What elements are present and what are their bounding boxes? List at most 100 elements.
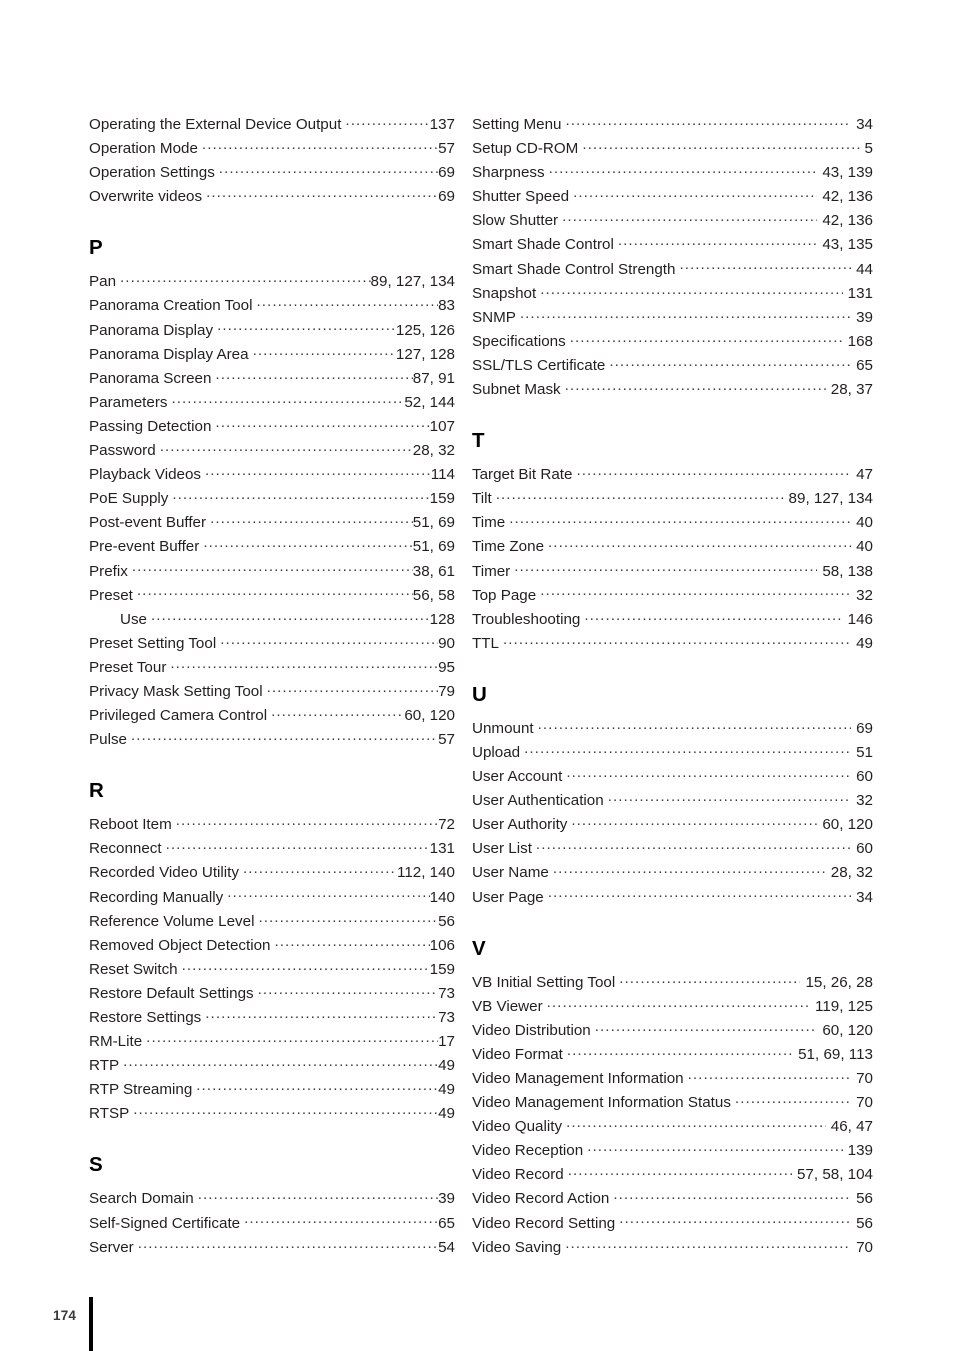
index-entry-leader-dots [258,983,438,998]
index-entry: Video Record Setting 56 [472,1212,873,1236]
index-entry-page-numbers: 56 [856,1214,873,1232]
footer-rule-bar [89,1297,93,1351]
index-entry-page-numbers: 49 [438,1081,455,1099]
index-entry-term: SSL/TLS Certificate [472,356,606,374]
index-entry-page-numbers: 159 [429,490,455,508]
index-entry-page-numbers: 57 [438,731,455,749]
index-entry-page-numbers: 65 [438,1214,455,1232]
index-entry: Preset 56, 58 [89,584,455,608]
index-entry-term: Password [89,442,156,460]
index-entry-term: Recorded Video Utility [89,864,239,882]
index-entry-term: Time Zone [472,538,545,556]
index-entry: Slow Shutter 42, 136 [472,209,873,233]
index-entry: Time Zone 40 [472,535,873,559]
index-entry-page-numbers: 137 [429,116,455,133]
index-entry-leader-dots [565,379,826,394]
index-entry-page-numbers: 56 [856,1190,873,1208]
index-entry-leader-dots [566,114,852,129]
index-entry-term: RTSP [89,1105,130,1123]
index-entry-leader-dots [205,1007,438,1022]
index-entry-term: Post-event Buffer [89,514,207,532]
index-entry: Parameters 52, 144 [89,391,455,415]
index-entry: Setting Menu 34 [472,113,873,137]
index-entry-page-numbers: 73 [438,984,455,1002]
index-entry-leader-dots [548,886,851,901]
index-entry-page-numbers: 114 [430,466,455,484]
section-letter-heading: V [472,936,486,960]
index-entry-term: Upload [472,743,521,761]
index-entry-term: VB Initial Setting Tool [472,973,616,991]
index-entry-leader-dots [275,935,430,950]
index-entry-page-numbers: 39 [856,308,873,326]
index-entry: Panorama Display Area 127, 128 [89,343,455,367]
index-entry-leader-dots [566,1116,826,1131]
index-entry-term: Operating the External Device Output [89,116,342,133]
index-entry-leader-dots [619,1212,851,1227]
index-entry: SNMP 39 [472,306,873,330]
index-entry-leader-dots [509,512,851,527]
index-entry-term: Panorama Display Area [89,345,249,363]
index-entry-leader-dots [570,331,843,346]
index-entry-leader-dots [540,282,842,297]
index-entry-term: Restore Settings [89,1009,202,1026]
index-entry-leader-dots [538,718,851,733]
index-entry-page-numbers: 15, 26, 28 [805,973,873,991]
index-entry-page-numbers: 119, 125 [815,997,873,1015]
index-entry-page-numbers: 51 [856,743,873,761]
index-entry: Recording Manually 140 [89,886,455,910]
index-entry-term: Overwrite videos [89,188,203,206]
index-entry: Privacy Mask Setting Tool 79 [89,680,455,704]
index-entry-page-numbers: 39 [438,1190,455,1208]
index-entry-term: User Name [472,864,549,882]
page-number: 174 [53,1308,77,1323]
index-entry-leader-dots [536,838,851,853]
index-entry-page-numbers: 70 [856,1094,873,1112]
index-entry: Restore Default Settings 73 [89,982,455,1006]
index-entry-page-numbers: 44 [856,260,873,278]
index-entry-page-numbers: 46, 47 [830,1118,873,1136]
index-entry-page-numbers: 58, 138 [822,562,873,580]
index-entry-leader-dots [576,464,851,479]
index-entry-page-numbers: 89, 127, 134 [370,273,455,291]
index-entry: Smart Shade Control 43, 135 [472,233,873,257]
index-entry-page-numbers: 60, 120 [822,1021,873,1039]
index-entry-term: Smart Shade Control [472,236,614,254]
index-section: R Reboot Item 72 Reconnect 131 Recorded Video… [89,780,455,1126]
index-entry: Video Reception 139 [472,1139,873,1163]
index-entry-page-numbers: 127, 128 [395,345,455,363]
index-entry-term: Video Saving [472,1238,562,1256]
index-entry-page-numbers: 131 [429,840,455,858]
index-entry: Passing Detection 107 [89,415,455,439]
index-section: Setting Menu 34 Setup CD-ROM 5 Sharpness 43, … [472,113,873,402]
index-entry: Top Page 32 [472,584,873,608]
index-entry-term: PoE Supply [89,490,169,508]
index-entry-leader-dots [253,343,396,358]
index-entry-leader-dots [133,1103,438,1118]
index-entry-term: Subnet Mask [472,381,561,399]
index-entry-leader-dots [205,464,431,479]
index-entry-page-numbers: 42, 136 [822,188,873,206]
index-section: S Search Domain 39 Self-Signed Certificate 6… [89,1154,455,1259]
index-entry-term: Sharpness [472,164,545,182]
index-entry-term: User Account [472,768,563,786]
index-entry-page-numbers: 28, 32 [412,442,455,460]
index-entry-page-numbers: 49 [438,1057,455,1075]
index-entry: Sharpness 43, 139 [472,161,873,185]
index-entry-page-numbers: 38, 61 [412,562,455,580]
index-entry-leader-dots [219,162,438,177]
index-entry-term: Setup CD-ROM [472,140,579,158]
index-entry-leader-dots [553,862,826,877]
index-entry-page-numbers: 51, 69 [412,514,455,532]
index-entry: Post-event Buffer 51, 69 [89,511,455,535]
index-entry: Video Saving 70 [472,1236,873,1260]
section-letter-heading: P [89,236,103,260]
index-entry-leader-dots [182,959,430,974]
index-entry-leader-dots [520,307,851,322]
index-entry-term: Reference Volume Level [89,912,255,930]
index-section: T Target Bit Rate 47 Tilt 89, 127, 134 Time 40… [472,430,873,656]
index-entry-page-numbers: 57 [438,140,455,158]
index-entry-page-numbers: 32 [856,792,873,810]
index-entry-leader-dots [151,609,430,624]
index-entry-page-numbers: 32 [856,586,873,604]
index-entry-page-numbers: 60, 120 [404,707,455,725]
